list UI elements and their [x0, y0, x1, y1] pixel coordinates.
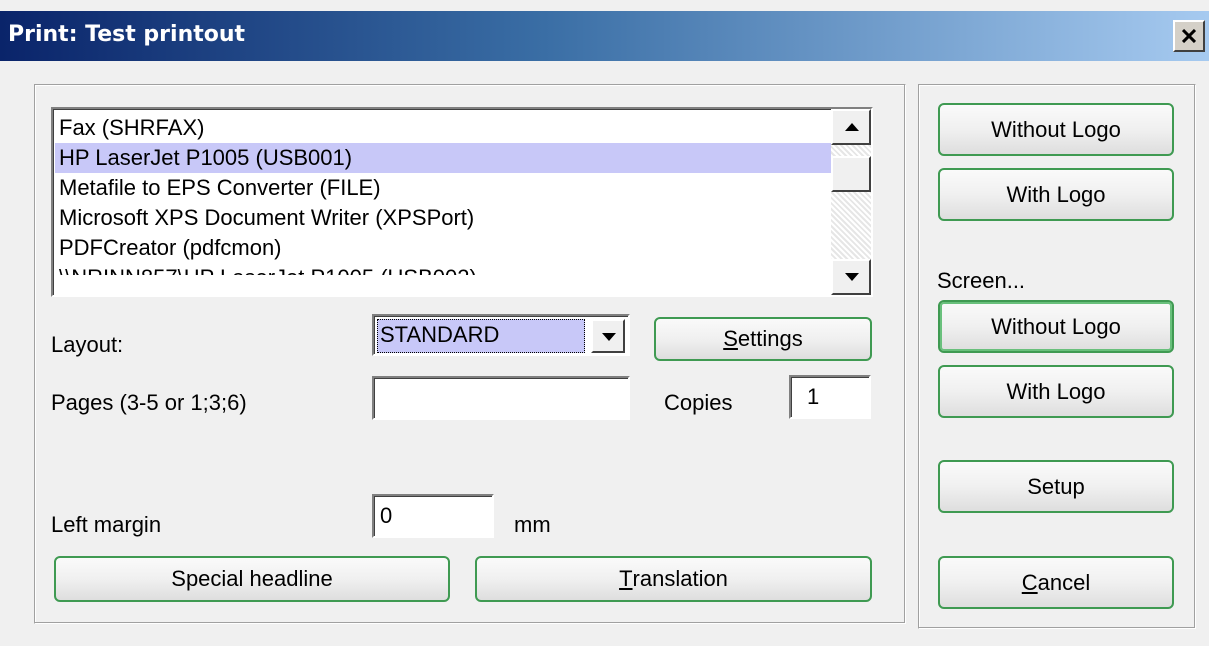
printer-item[interactable]: Fax (SHRFAX)	[55, 113, 831, 143]
settings-label: ettings	[737, 326, 803, 351]
print-without-logo-button[interactable]: Without Logo	[938, 103, 1174, 156]
copies-label: Copies	[664, 390, 733, 415]
layout-label: Layout:	[51, 332, 124, 357]
printer-list: Fax (SHRFAX) HP LaserJet P1005 (USB001) …	[55, 113, 831, 275]
printer-item[interactable]: \\NRINN857\HP LaserJet P1005 (USB002)	[55, 263, 831, 275]
print-dialog: Print: Test printout Fax (SHRFAX) HP Las…	[0, 0, 1209, 646]
print-with-logo-button[interactable]: With Logo	[938, 168, 1174, 221]
translation-accel: T	[619, 566, 633, 591]
copies-input[interactable]: 1	[789, 375, 871, 419]
left-margin-label: Left margin	[51, 512, 162, 537]
cancel-label: ancel	[1037, 570, 1091, 595]
arrow-down-icon	[845, 273, 859, 281]
settings-accel: S	[723, 326, 738, 351]
translation-button[interactable]: Translation	[475, 556, 872, 602]
printer-item[interactable]: Metafile to EPS Converter (FILE)	[55, 173, 831, 203]
close-button[interactable]	[1173, 20, 1205, 52]
chevron-down-icon	[602, 333, 616, 341]
title-bar[interactable]: Print: Test printout	[0, 11, 1209, 61]
translation-label: ranslation	[632, 566, 728, 591]
printer-item-selected[interactable]: HP LaserJet P1005 (USB001)	[55, 143, 831, 173]
left-margin-input[interactable]: 0	[372, 494, 494, 538]
screen-label: Screen...	[937, 268, 1026, 293]
special-headline-label: Special headline	[171, 566, 333, 591]
special-headline-button[interactable]: Special headline	[54, 556, 450, 602]
print-without-logo-label: Without Logo	[991, 117, 1121, 142]
screen-with-logo-button[interactable]: With Logo	[938, 365, 1174, 418]
printer-listbox[interactable]: Fax (SHRFAX) HP LaserJet P1005 (USB001) …	[51, 107, 873, 297]
printer-item[interactable]: PDFCreator (pdfcmon)	[55, 233, 831, 263]
margin-unit-label: mm	[514, 512, 551, 537]
setup-label: Setup	[1027, 474, 1085, 499]
setup-button[interactable]: Setup	[938, 460, 1174, 513]
pages-input[interactable]	[372, 376, 630, 420]
layout-value: STANDARD	[377, 319, 585, 353]
arrow-up-icon	[845, 123, 859, 131]
screen-with-logo-label: With Logo	[1006, 379, 1106, 404]
scroll-up-button[interactable]	[831, 109, 871, 145]
close-icon	[1182, 29, 1196, 43]
scroll-down-button[interactable]	[831, 259, 871, 295]
cancel-button[interactable]: Cancel	[938, 556, 1174, 609]
screen-without-logo-label: Without Logo	[991, 314, 1121, 339]
print-with-logo-label: With Logo	[1006, 182, 1106, 207]
screen-without-logo-button[interactable]: Without Logo	[938, 300, 1174, 353]
pages-label: Pages (3-5 or 1;3;6)	[51, 390, 247, 415]
actions-group	[918, 84, 1196, 629]
window-title: Print: Test printout	[8, 22, 246, 47]
layout-dropdown-button[interactable]	[591, 319, 625, 353]
printer-list-scrollbar[interactable]	[831, 109, 871, 295]
printer-item[interactable]: Microsoft XPS Document Writer (XPSPort)	[55, 203, 831, 233]
cancel-accel: C	[1021, 570, 1038, 595]
scroll-thumb[interactable]	[831, 156, 871, 192]
layout-combobox[interactable]: STANDARD	[372, 314, 630, 356]
settings-button[interactable]: Settings	[654, 317, 872, 361]
